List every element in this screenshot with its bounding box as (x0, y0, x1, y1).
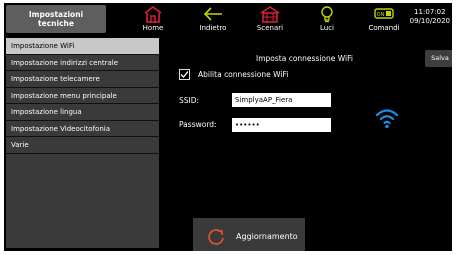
sidebar-item-language[interactable]: Impostazione lingua (6, 104, 159, 121)
ssid-label: SSID: (179, 96, 200, 105)
clock-date: 09/10/2020 (409, 17, 450, 25)
sidebar-item-addresses[interactable]: Impostazione indirizzi centrale (6, 55, 159, 71)
app-frame: Impostazioni tecniche Home Indietro Scen… (4, 3, 452, 251)
sidebar-item-wifi[interactable]: Impostazione WiFi (6, 38, 159, 55)
nav-commands-label: Comandi (368, 24, 400, 32)
enable-wifi-label: Abilita connessione WiFi (198, 70, 289, 79)
nav-back-button[interactable]: Indietro (186, 5, 240, 33)
update-button-label: Aggiornamento (236, 232, 298, 241)
update-button[interactable]: Aggiornamento (193, 218, 305, 251)
nav-lights-label: Luci (319, 24, 334, 32)
page-title-line1: Impostazioni (28, 10, 84, 19)
nav-scenarios-label: Scenari (256, 24, 284, 32)
home-icon (144, 6, 162, 23)
page-title: Impostazioni tecniche (6, 5, 106, 33)
nav-scenarios-button[interactable]: Scenari (243, 5, 297, 33)
ssid-field[interactable]: SimplyaAP_Fiera (232, 93, 331, 107)
scenarios-icon (260, 6, 280, 23)
checkmark-icon (180, 71, 189, 78)
wifi-icon (375, 109, 399, 129)
nav-commands-button[interactable]: ON Comandi (357, 5, 411, 33)
light-bulb-icon (321, 6, 333, 23)
sidebar-item-cameras[interactable]: Impostazione telecamere (6, 71, 159, 88)
sidebar: Impostazione WiFi Impostazione indirizzi… (6, 38, 159, 248)
section-title: Imposta connessione WiFi (256, 54, 353, 63)
enable-wifi-checkbox[interactable] (179, 69, 190, 80)
password-field[interactable]: •••••• (232, 118, 331, 132)
sidebar-item-main-menu[interactable]: Impostazione menu principale (6, 88, 159, 104)
sidebar-item-misc[interactable]: Varie (6, 137, 159, 154)
nav-home-button[interactable]: Home (126, 5, 180, 33)
clock: 11:07:02 09/10/2020 (410, 8, 450, 26)
nav-lights-button[interactable]: Luci (300, 5, 354, 33)
back-arrow-icon (203, 7, 222, 21)
toggle-on-icon: ON (374, 8, 394, 19)
refresh-icon (208, 229, 224, 245)
toggle-on-text: ON (377, 12, 385, 18)
nav-back-label: Indietro (199, 24, 227, 32)
password-label: Password: (179, 120, 217, 129)
page-title-line2: tecniche (38, 19, 74, 28)
sidebar-item-video-intercom[interactable]: Impostazione Videocitofonia (6, 121, 159, 137)
top-bar: Impostazioni tecniche Home Indietro Scen… (4, 3, 452, 35)
clock-time: 11:07:02 (414, 8, 446, 16)
save-button[interactable]: Salva (425, 50, 452, 67)
nav-home-label: Home (142, 24, 164, 32)
